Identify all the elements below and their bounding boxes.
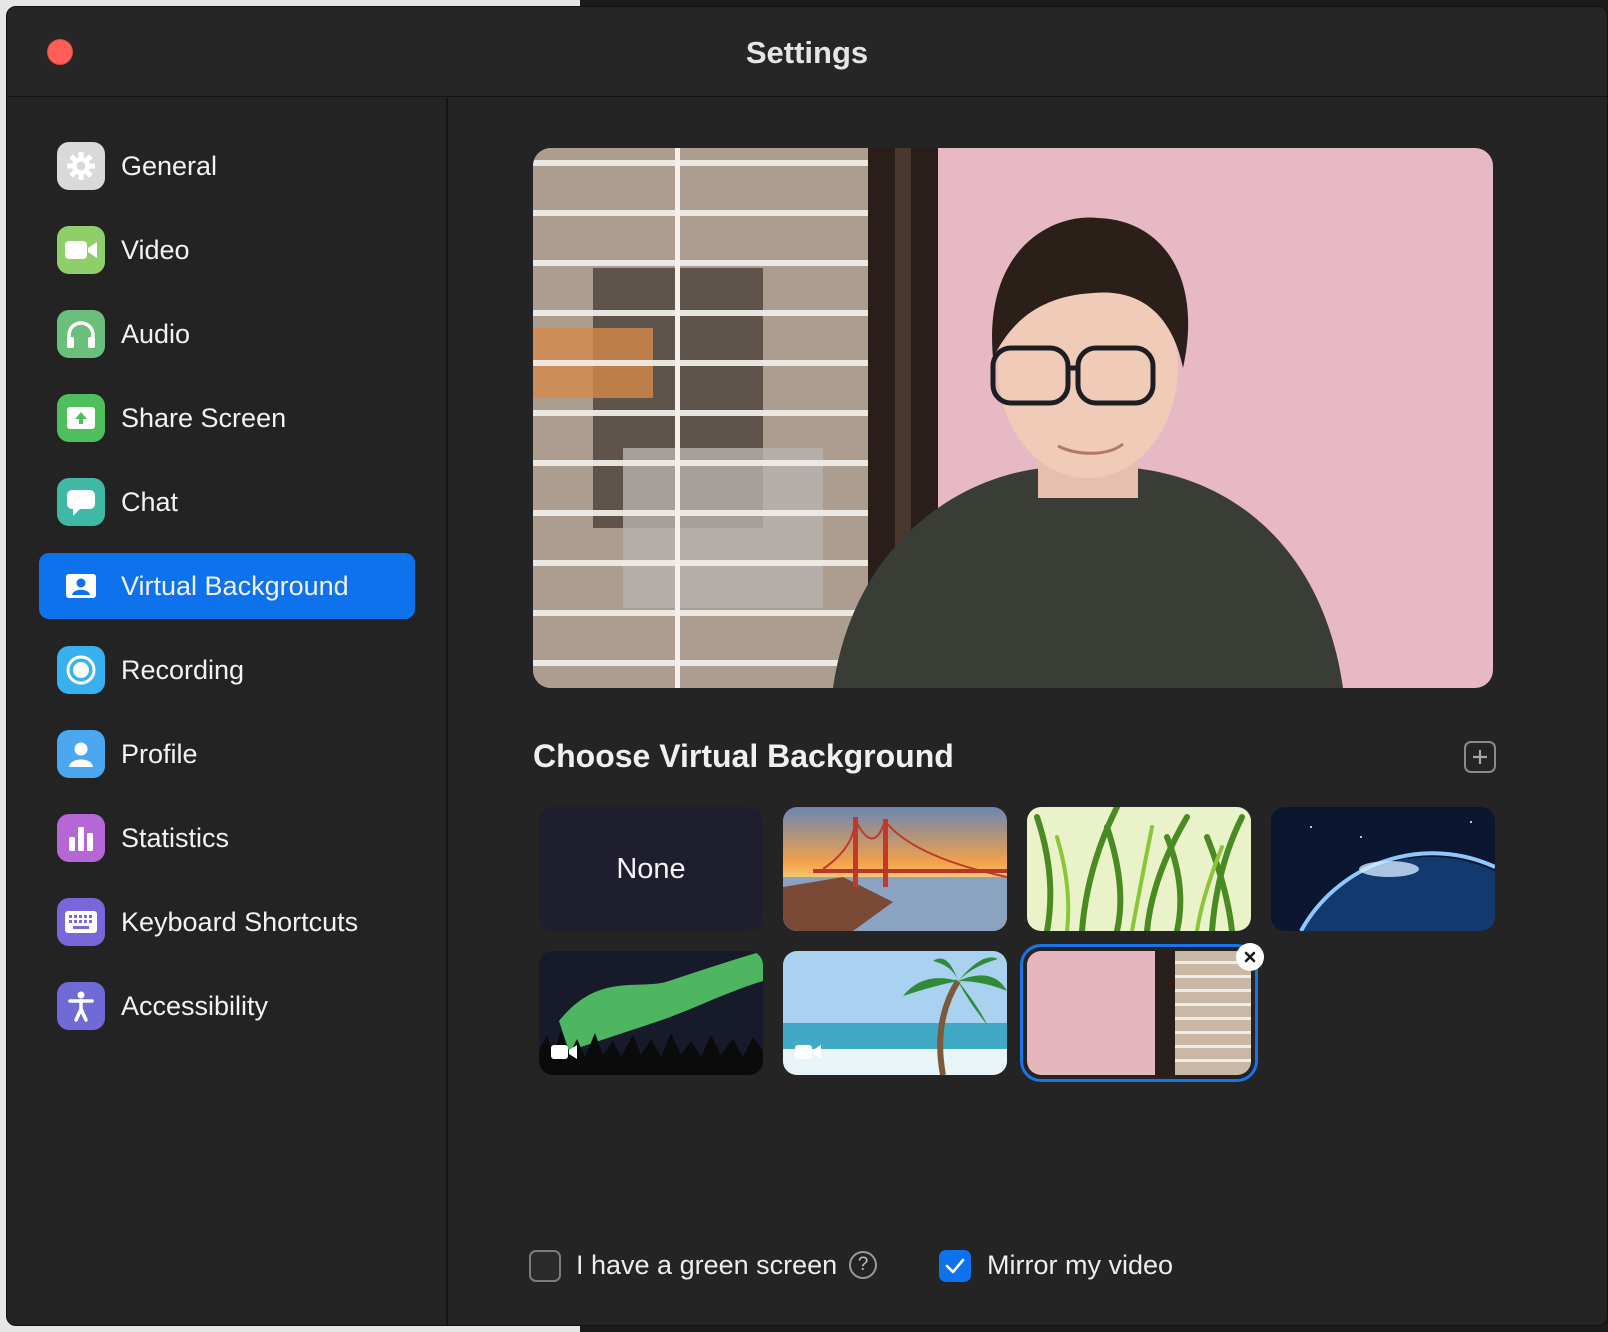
options-row: I have a green screen ? Mirror my video bbox=[529, 1248, 1607, 1288]
title-bar: Settings bbox=[7, 7, 1607, 97]
sidebar-item-profile[interactable]: Profile bbox=[39, 721, 415, 787]
settings-window: Settings General Video Audio Share Scree… bbox=[6, 6, 1608, 1326]
camera-preview bbox=[533, 148, 1493, 688]
sidebar-item-label: Video bbox=[121, 234, 190, 265]
sidebar-item-label: Statistics bbox=[121, 822, 230, 853]
checkmark-icon bbox=[945, 1258, 965, 1274]
close-icon bbox=[1244, 951, 1256, 963]
sidebar-item-label: Recording bbox=[121, 654, 245, 685]
sidebar-item-label: Profile bbox=[121, 738, 198, 769]
sidebar-item-label: Virtual Background bbox=[121, 570, 349, 601]
sidebar-item-label: Share Screen bbox=[121, 402, 287, 433]
virtual-background-panel: Choose Virtual Background None I have a … bbox=[450, 98, 1607, 1325]
sidebar-item-video[interactable]: Video bbox=[39, 217, 415, 283]
sidebar-item-chat[interactable]: Chat bbox=[39, 469, 415, 535]
remove-background-button[interactable] bbox=[1236, 943, 1264, 971]
virtual-background-icon bbox=[57, 562, 105, 610]
chat-bubble-icon bbox=[57, 478, 105, 526]
green-screen-checkbox[interactable] bbox=[529, 1250, 561, 1282]
background-beach[interactable] bbox=[783, 951, 1007, 1075]
add-background-button[interactable] bbox=[1464, 741, 1496, 773]
bar-chart-icon bbox=[57, 814, 105, 862]
accessibility-icon bbox=[57, 982, 105, 1030]
gear-icon bbox=[57, 142, 105, 190]
background-none-label: None bbox=[616, 852, 686, 885]
share-screen-icon bbox=[57, 394, 105, 442]
sidebar-item-statistics[interactable]: Statistics bbox=[39, 805, 415, 871]
sidebar-item-label: Accessibility bbox=[121, 990, 269, 1021]
record-icon bbox=[57, 646, 105, 694]
plus-icon bbox=[1473, 750, 1487, 764]
sidebar-item-virtual-background[interactable]: Virtual Background bbox=[39, 553, 415, 619]
background-custom-room[interactable] bbox=[1020, 944, 1258, 1082]
section-title: Choose Virtual Background bbox=[533, 738, 954, 774]
sidebar-item-label: Chat bbox=[121, 486, 179, 517]
headphones-icon bbox=[57, 310, 105, 358]
background-golden-gate[interactable] bbox=[783, 807, 1007, 931]
mirror-video-checkbox[interactable] bbox=[939, 1250, 971, 1282]
sidebar-item-keyboard-shortcuts[interactable]: Keyboard Shortcuts bbox=[39, 889, 415, 955]
help-icon[interactable]: ? bbox=[849, 1251, 877, 1279]
video-camera-icon bbox=[57, 226, 105, 274]
video-camera-icon bbox=[795, 1045, 821, 1059]
background-earth-space[interactable] bbox=[1271, 807, 1495, 931]
keyboard-icon bbox=[57, 898, 105, 946]
background-none[interactable]: None bbox=[539, 807, 763, 931]
person-icon bbox=[57, 730, 105, 778]
background-aurora[interactable] bbox=[539, 951, 763, 1075]
sidebar-item-share-screen[interactable]: Share Screen bbox=[39, 385, 415, 451]
sidebar-item-label: General bbox=[121, 150, 218, 181]
video-camera-icon bbox=[551, 1045, 577, 1059]
mirror-video-label: Mirror my video bbox=[987, 1250, 1174, 1280]
sidebar-item-label: Keyboard Shortcuts bbox=[121, 906, 359, 937]
sidebar-item-audio[interactable]: Audio bbox=[39, 301, 415, 367]
sidebar-item-label: Audio bbox=[121, 318, 191, 349]
sidebar-item-general[interactable]: General bbox=[39, 133, 415, 199]
window-title: Settings bbox=[745, 35, 869, 70]
settings-sidebar: General Video Audio Share Screen Chat Vi… bbox=[7, 98, 448, 1325]
sidebar-item-recording[interactable]: Recording bbox=[39, 637, 415, 703]
green-screen-label: I have a green screen bbox=[576, 1250, 838, 1280]
sidebar-item-accessibility[interactable]: Accessibility bbox=[39, 973, 415, 1039]
background-grass[interactable] bbox=[1027, 807, 1251, 931]
